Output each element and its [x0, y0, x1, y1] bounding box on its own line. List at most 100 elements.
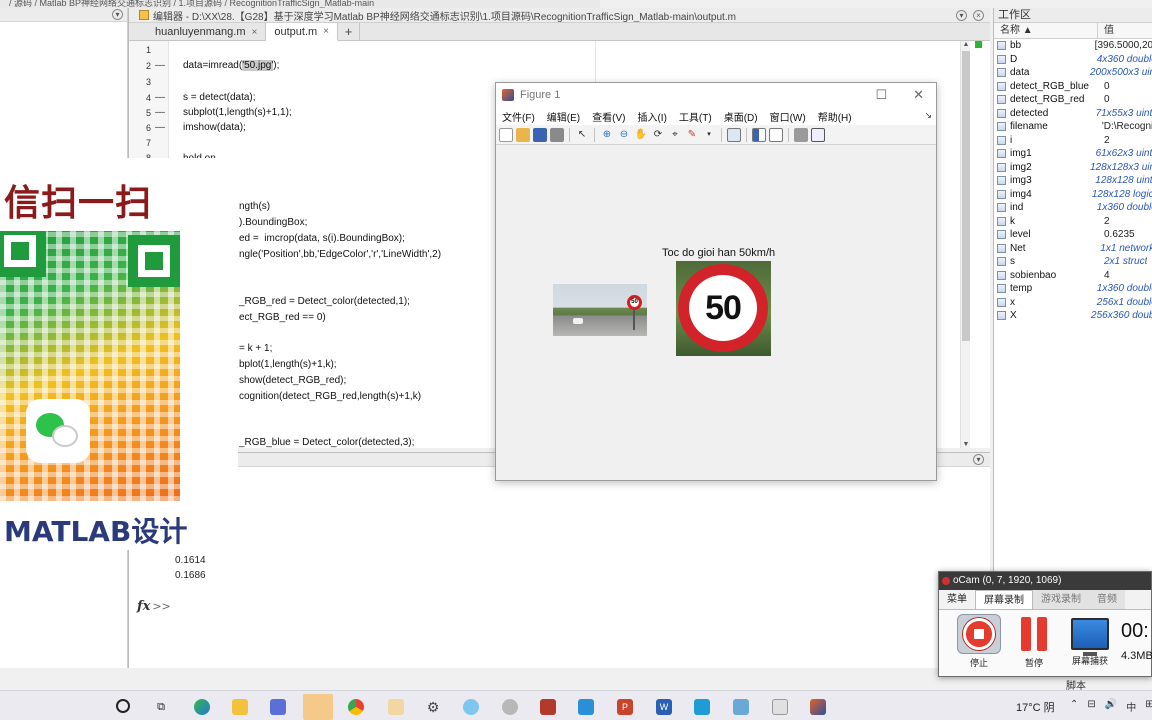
colorbar-icon[interactable]: [752, 127, 766, 142]
save-icon[interactable]: [533, 127, 547, 142]
workspace-row-data[interactable]: data 200x500x3 uint8: [994, 66, 1152, 80]
workspace-row-i[interactable]: i2: [994, 134, 1152, 148]
brush-icon[interactable]: ✎: [685, 128, 699, 142]
command-window-menu-icon[interactable]: ▾: [973, 454, 984, 465]
column-value[interactable]: 值: [1098, 23, 1114, 38]
hide-plot-tools-icon[interactable]: [794, 127, 808, 142]
menu-desktop[interactable]: 桌面(D): [724, 109, 758, 124]
workspace-row-detect-RGB-red[interactable]: detect_RGB_red 0: [994, 93, 1152, 107]
menu-tools[interactable]: 工具(T): [679, 109, 712, 124]
rotate-3d-icon[interactable]: ⟳: [651, 128, 665, 142]
print-icon[interactable]: [550, 127, 564, 142]
workspace-row-bb[interactable]: bb [396.5000,200: [994, 39, 1152, 53]
edge-browser-icon[interactable]: [194, 699, 210, 715]
tab-huanluyenmang[interactable]: huanluyenmang.m ×: [147, 23, 267, 41]
workspace-row-filename[interactable]: filename 'D:\Recogni: [994, 120, 1152, 134]
file-explorer-icon[interactable]: [232, 699, 248, 715]
column-name[interactable]: 名称 ▲: [994, 23, 1098, 38]
settings-gear-icon[interactable]: ⚙: [425, 699, 441, 715]
pause-button[interactable]: 暂停: [1011, 614, 1057, 669]
mail-app-icon[interactable]: [303, 694, 333, 720]
figure-title-bar[interactable]: Figure 1 ☐ ✕: [496, 83, 936, 107]
app-icon[interactable]: [502, 699, 518, 715]
network-icon[interactable]: ⊟: [1087, 699, 1095, 714]
scroll-down-icon[interactable]: ▼: [961, 441, 971, 448]
workspace-row-img4[interactable]: img4 128x128 logical: [994, 188, 1152, 202]
editor-menu-icon[interactable]: ▾: [956, 9, 967, 21]
tab-output[interactable]: output.m ×: [266, 23, 339, 41]
workspace-row-x[interactable]: x 256x1 double: [994, 296, 1152, 310]
workspace-row-temp[interactable]: temp 1x360 double: [994, 282, 1152, 296]
workspace-row-D[interactable]: D 4x360 double: [994, 53, 1152, 67]
app-icon[interactable]: [388, 699, 404, 715]
menu-help[interactable]: 帮助(H): [818, 109, 852, 124]
workspace-row-Net[interactable]: Net 1x1 network: [994, 242, 1152, 256]
menu-window[interactable]: 窗口(W): [770, 109, 806, 124]
breakpoint-dash[interactable]: —: [155, 92, 165, 103]
matlab-taskbar-icon[interactable]: [810, 699, 826, 715]
zoom-in-icon[interactable]: ⊕: [600, 128, 614, 142]
screen-capture-button[interactable]: 屏幕捕获: [1065, 614, 1115, 667]
link-plot-icon[interactable]: [727, 127, 741, 142]
photos-icon[interactable]: [578, 699, 594, 715]
app-store-icon[interactable]: [270, 699, 286, 715]
menu-edit[interactable]: 编辑(E): [547, 109, 580, 124]
search-icon[interactable]: [116, 699, 130, 713]
workspace-row-detected[interactable]: detected 71x55x3 uint8: [994, 107, 1152, 121]
add-tab-button[interactable]: +: [338, 23, 361, 40]
menu-view[interactable]: 查看(V): [592, 109, 625, 124]
tab-close-icon[interactable]: ×: [252, 27, 258, 38]
menu-insert[interactable]: 插入(I): [637, 109, 666, 124]
powerpoint-icon[interactable]: P: [617, 699, 633, 715]
ocam-tab-screen-record[interactable]: 屏幕录制: [975, 590, 1033, 609]
close-icon[interactable]: ✕: [913, 87, 924, 103]
app-icon[interactable]: [463, 699, 479, 715]
chrome-icon[interactable]: [348, 699, 364, 715]
editor-scrollbar[interactable]: ▲ ▼: [960, 41, 970, 448]
select-arrow-icon[interactable]: ↖: [575, 128, 589, 142]
workspace-row-img1[interactable]: img1 61x62x3 uint8: [994, 147, 1152, 161]
code-analyzer-ok-icon[interactable]: [975, 41, 982, 48]
task-view-icon[interactable]: ⧉: [153, 699, 169, 715]
tray-overflow-icon[interactable]: ⌃: [1070, 699, 1078, 714]
ocam-tab-game-record[interactable]: 游戏录制: [1033, 590, 1089, 609]
show-plot-tools-icon[interactable]: [811, 127, 825, 142]
workspace-row-sobienbao[interactable]: sobienbao 4: [994, 269, 1152, 283]
ocam-tab-menu[interactable]: 菜单: [939, 590, 975, 609]
ocam-title[interactable]: oCam (0, 7, 1920, 1069): [939, 572, 1151, 590]
new-figure-icon[interactable]: [499, 127, 513, 142]
breakpoint-dash[interactable]: —: [155, 107, 165, 118]
workspace-row-img2[interactable]: img2 128x128x3 uint8: [994, 161, 1152, 175]
panel-menu-icon[interactable]: ▾: [112, 9, 123, 20]
scrollbar-thumb[interactable]: [962, 51, 970, 341]
workspace-row-detect-RGB-blue[interactable]: detect_RGB_blue 0: [994, 80, 1152, 94]
tab-close-icon[interactable]: ×: [323, 26, 329, 37]
breakpoint-dash[interactable]: —: [155, 122, 165, 133]
command-window[interactable]: ▾ ; ; 0.1614 0.1686 fx>>: [128, 452, 990, 668]
tray-app-icon[interactable]: ⊞: [1145, 699, 1152, 714]
workspace-row-X[interactable]: X 256x360 double: [994, 309, 1152, 323]
workspace-row-img3[interactable]: img3 128x128 uint8: [994, 174, 1152, 188]
app-icon[interactable]: [772, 699, 788, 715]
fx-icon[interactable]: fx: [137, 599, 150, 614]
brush-dropdown-icon[interactable]: ▾: [702, 128, 716, 142]
figure-canvas[interactable]: Toc do gioi han 50km/h 50 50: [496, 146, 936, 480]
pan-hand-icon[interactable]: ✋: [634, 128, 648, 142]
zoom-out-icon[interactable]: ⊖: [617, 128, 631, 142]
app-icon[interactable]: [694, 699, 710, 715]
word-icon[interactable]: W: [656, 699, 672, 715]
ocam-tab-audio[interactable]: 音频: [1089, 590, 1125, 609]
weather-temperature[interactable]: 17°C 阴: [1016, 699, 1055, 715]
app-icon[interactable]: [733, 699, 749, 715]
menu-dock-icon[interactable]: ↘: [924, 110, 932, 121]
legend-icon[interactable]: [769, 127, 783, 142]
scroll-up-icon[interactable]: ▲: [961, 41, 971, 48]
command-prompt[interactable]: fx >>: [137, 599, 171, 614]
open-file-icon[interactable]: [516, 127, 530, 142]
workspace-row-k[interactable]: k2: [994, 215, 1152, 229]
app-icon[interactable]: [540, 699, 556, 715]
maximize-icon[interactable]: ☐: [875, 87, 887, 103]
workspace-row-level[interactable]: level 0.6235: [994, 228, 1152, 242]
workspace-row-s[interactable]: s 2x1 struct: [994, 255, 1152, 269]
menu-file[interactable]: 文件(F): [502, 109, 535, 124]
